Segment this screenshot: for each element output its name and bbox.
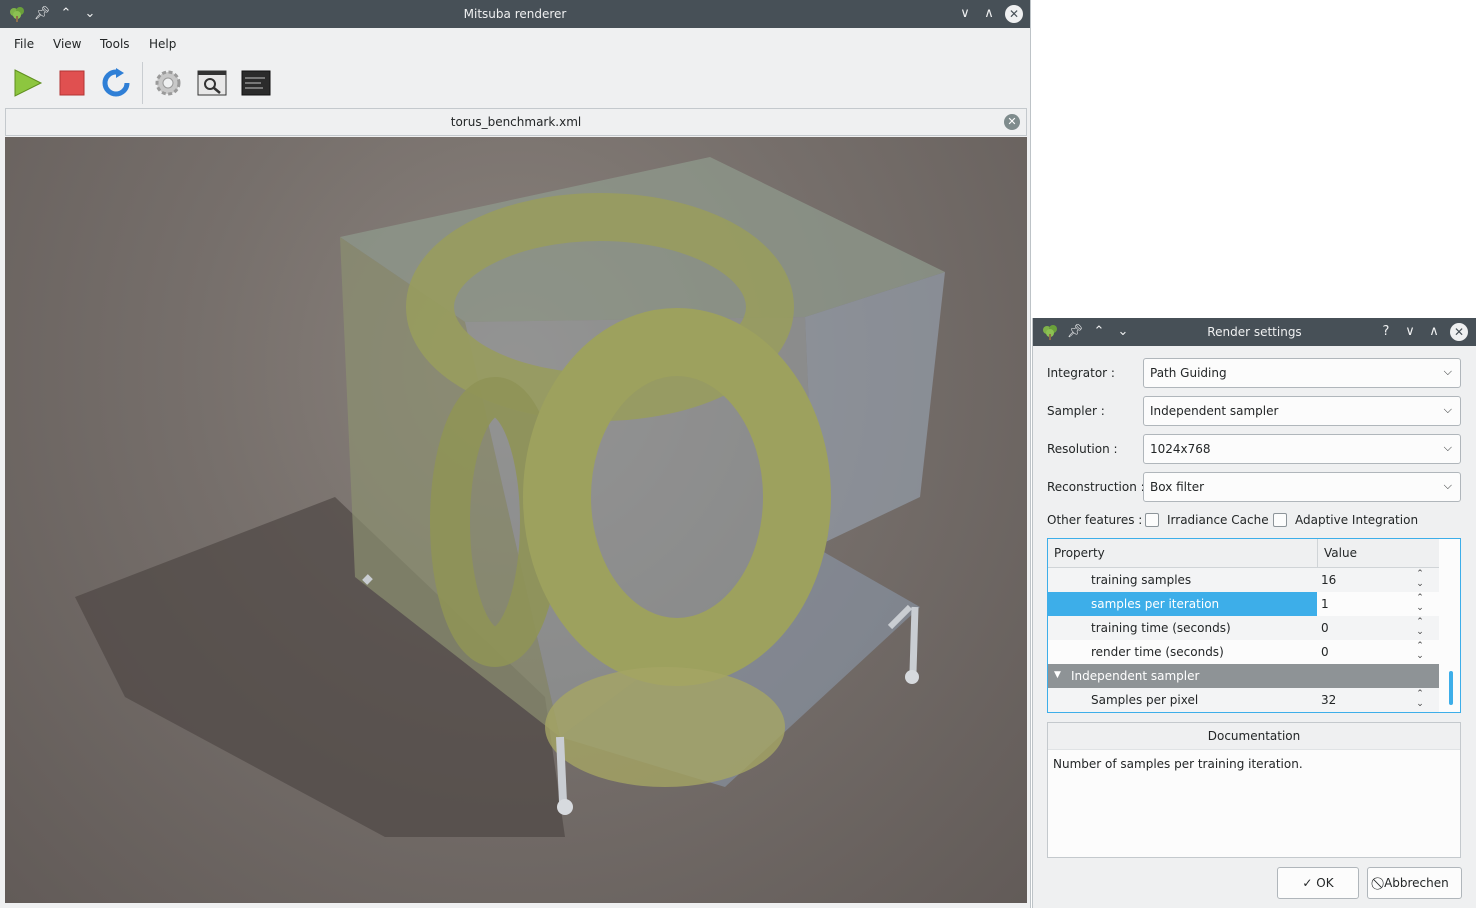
resolution-select[interactable]: 1024x768 ⌵ (1143, 434, 1461, 464)
resolution-value: 1024x768 (1150, 442, 1211, 456)
cube-leg (362, 574, 373, 585)
sampler-label: Sampler : (1047, 404, 1105, 418)
property-name: training samples (1091, 573, 1192, 587)
property-name: Samples per pixel (1091, 693, 1199, 707)
reconstruction-value: Box filter (1150, 480, 1205, 494)
property-value[interactable]: 1 (1321, 597, 1413, 611)
menu-view[interactable]: View (53, 37, 81, 51)
minimize-icon[interactable]: ∨ (956, 5, 974, 23)
settings-icon[interactable] (152, 68, 184, 98)
chevron-down-icon: ⌵ (1443, 441, 1452, 454)
refresh-icon[interactable] (100, 68, 132, 98)
irradiance-cache-label[interactable]: Irradiance Cache (1167, 513, 1269, 527)
documentation-panel: Documentation Number of samples per trai… (1047, 722, 1461, 858)
integrator-value: Path Guiding (1150, 366, 1227, 380)
spinner-arrows-icon[interactable]: ⌃ ⌄ (1412, 689, 1428, 711)
menu-tools[interactable]: Tools (100, 37, 130, 51)
property-name: render time (seconds) (1091, 645, 1224, 659)
main-window: 📌︎ ⌃ ⌄ Mitsuba renderer ∨ ∧ ✕ File View … (0, 0, 1031, 908)
scrollbar-thumb[interactable] (1449, 671, 1453, 705)
table-header: Property Value (1048, 539, 1439, 568)
integrator-select[interactable]: Path Guiding ⌵ (1143, 358, 1461, 388)
menubar: File View Tools Help (0, 28, 1030, 60)
adaptive-integration-checkbox[interactable] (1273, 513, 1287, 527)
dialog-titlebar[interactable]: 📌︎ ⌃ ⌄ Render settings ? ∨ ∧ ✕ (1033, 318, 1476, 346)
cube-leg (556, 736, 567, 803)
stop-icon[interactable] (56, 68, 88, 98)
play-icon[interactable] (12, 68, 44, 98)
property-value[interactable]: 0 (1321, 645, 1413, 659)
spinner-arrows-icon[interactable]: ⌃ ⌄ (1412, 593, 1428, 615)
table-row[interactable]: render time (seconds) 0 ⌃ ⌄ (1048, 640, 1439, 664)
menu-file[interactable]: File (14, 37, 34, 51)
help-icon[interactable]: ? (1377, 323, 1395, 341)
cube-foot (905, 670, 919, 684)
documentation-title: Documentation (1048, 723, 1460, 750)
render-settings-dialog: 📌︎ ⌃ ⌄ Render settings ? ∨ ∧ ✕ Integrato… (1032, 318, 1476, 908)
ok-button[interactable]: ✓ OK (1277, 867, 1359, 899)
column-header-value[interactable]: Value (1324, 546, 1357, 560)
render-viewport[interactable] (5, 137, 1027, 903)
irradiance-cache-checkbox[interactable] (1145, 513, 1159, 527)
cube-leg (909, 606, 919, 673)
cancel-button[interactable]: ⃠ Abbrechen (1367, 867, 1462, 899)
integrator-label: Integrator : (1047, 366, 1115, 380)
document-tab-label: torus_benchmark.xml (450, 115, 582, 129)
table-row[interactable]: Samples per pixel 32 ⌃ ⌄ (1048, 688, 1439, 712)
property-value[interactable]: 16 (1321, 573, 1413, 587)
property-name: samples per iteration (1091, 597, 1220, 611)
rendered-scene (75, 157, 945, 837)
chevron-down-icon: ⌵ (1443, 479, 1452, 492)
table-scrollbar[interactable] (1445, 567, 1457, 712)
property-value[interactable]: 32 (1321, 693, 1413, 707)
table-row[interactable]: training time (seconds) 0 ⌃ ⌄ (1048, 616, 1439, 640)
preview-icon[interactable] (196, 68, 228, 98)
property-name: training time (seconds) (1091, 621, 1231, 635)
dialog-minimize-icon[interactable]: ∨ (1401, 323, 1419, 341)
group-name: Independent sampler (1071, 669, 1200, 683)
spinner-arrows-icon[interactable]: ⌃ ⌄ (1412, 569, 1428, 591)
document-tab[interactable]: torus_benchmark.xml ✕ (5, 108, 1027, 136)
close-icon[interactable]: ✕ (1005, 5, 1023, 23)
documentation-text: Number of samples per training iteration… (1053, 757, 1303, 771)
spinner-arrows-icon[interactable]: ⌃ ⌄ (1412, 641, 1428, 663)
table-row-selected[interactable]: samples per iteration 1 ⌃ ⌄ (1048, 592, 1439, 616)
checkmark-icon: ✓ (1302, 876, 1313, 890)
table-group-row[interactable]: ▼ Independent sampler (1048, 664, 1439, 688)
sampler-select[interactable]: Independent sampler ⌵ (1143, 396, 1461, 426)
dialog-close-icon[interactable]: ✕ (1450, 323, 1468, 341)
toolbar (0, 60, 1030, 106)
ok-label: OK (1316, 876, 1334, 890)
column-header-property[interactable]: Property (1054, 546, 1105, 560)
table-row[interactable]: training samples 16 ⌃ ⌄ (1048, 568, 1439, 592)
reconstruction-select[interactable]: Box filter ⌵ (1143, 472, 1461, 502)
cancel-label: Abbrechen (1384, 876, 1449, 890)
tab-close-icon[interactable]: ✕ (1004, 114, 1020, 130)
cube-foot (557, 799, 573, 815)
column-divider (1317, 539, 1318, 567)
main-titlebar[interactable]: 📌︎ ⌃ ⌄ Mitsuba renderer ∨ ∧ ✕ (0, 0, 1030, 28)
property-table[interactable]: Property Value training samples 16 ⌃ ⌄ sa… (1047, 538, 1461, 713)
resolution-label: Resolution : (1047, 442, 1118, 456)
console-icon[interactable] (240, 68, 272, 98)
adaptive-integration-label[interactable]: Adaptive Integration (1295, 513, 1418, 527)
other-features-label: Other features : (1047, 513, 1143, 527)
maximize-icon[interactable]: ∧ (980, 5, 998, 23)
collapse-triangle-icon[interactable]: ▼ (1054, 670, 1061, 680)
property-value[interactable]: 0 (1321, 621, 1413, 635)
window-title: Mitsuba renderer (463, 7, 567, 21)
spinner-arrows-icon[interactable]: ⌃ ⌄ (1412, 617, 1428, 639)
sampler-value: Independent sampler (1150, 404, 1279, 418)
menu-help[interactable]: Help (149, 37, 176, 51)
dialog-maximize-icon[interactable]: ∧ (1425, 323, 1443, 341)
torus-bottom-reflection (545, 667, 785, 787)
chevron-down-icon: ⌵ (1443, 365, 1452, 378)
chevron-down-icon: ⌵ (1443, 403, 1452, 416)
toolbar-separator (142, 62, 143, 104)
reconstruction-label: Reconstruction : (1047, 480, 1145, 494)
